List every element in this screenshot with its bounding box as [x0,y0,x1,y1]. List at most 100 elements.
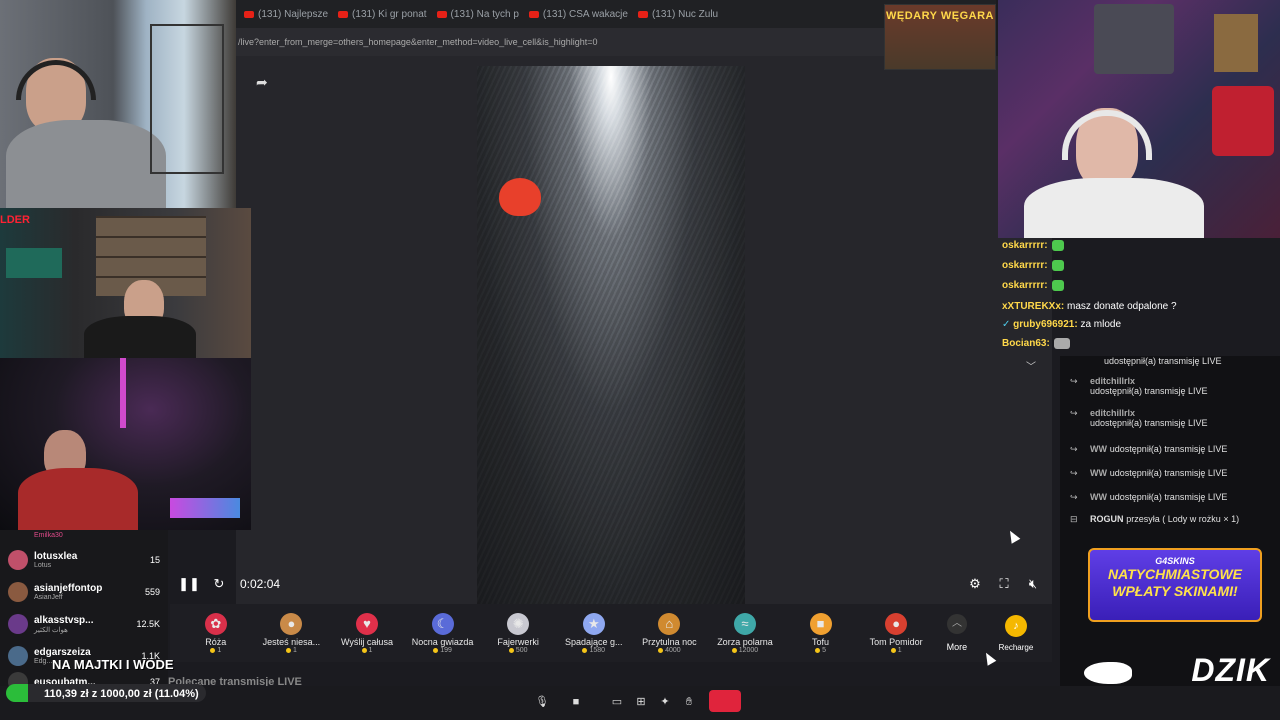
screen-share-icon[interactable]: ▭ [609,694,625,710]
boar-icon [1084,662,1132,684]
youtube-icon [338,10,349,18]
mute-icon[interactable]: 🔇︎ [1024,575,1042,593]
refresh-icon[interactable]: ↻ [210,575,228,593]
settings-gear-icon[interactable]: ⚙ [966,575,984,593]
coin-icon [361,647,367,653]
youtube-icon [528,10,539,18]
donation-progress-fill [6,684,29,702]
aquarium [6,248,62,278]
gift-item[interactable]: ● Tom Pomidor 1 [858,612,934,654]
coin-icon [815,647,821,653]
effects-icon[interactable]: ✦ [657,694,673,710]
sponsor-ad: G4SKINS NATYCHMIASTOWE WPŁATY SKINAMI! [1088,548,1262,622]
streamer-body [84,316,196,358]
headphones [16,60,96,100]
coin-icon [508,647,514,653]
share-icon: ↪ [1070,408,1078,418]
grid-icon[interactable]: ⊞ [633,694,649,710]
chat-message: oskarrrrr: [1002,280,1064,291]
coin-icon [433,647,439,653]
gift-item[interactable]: ☾ Nocna gwiazda 199 [405,612,481,654]
tomato-sticker-icon [499,178,541,216]
donation-progress-text: 110,39 zł z 1000,00 zł (11.04%) [44,688,199,700]
more-gifts-button[interactable]: ︿ More [934,614,980,652]
avatar [8,614,28,634]
share-arrow-icon[interactable]: ➦ [256,74,274,92]
youtube-icon [244,10,254,18]
list-item: Emilka30 [34,532,63,539]
coin-icon [210,647,216,653]
chat-message: ↪ WW udostępnił(a) transmisję LIVE [1070,468,1228,478]
list-item[interactable]: asianjeffontop AsianJeff 559 [8,582,160,602]
browser-tab[interactable]: (131) Na tych p [436,9,519,20]
overlay-goal-title: NA MAJTKI I WODE [52,657,174,672]
coin-icon: ♪ [1004,614,1027,637]
gift-item[interactable]: ✺ Fajerwerki 500 [480,612,556,654]
pause-icon[interactable]: ❚❚ [178,575,200,593]
youtube-icon [637,10,648,18]
emote-icon [1053,338,1070,349]
donation-goal: 110,39 zł z 1000,00 zł (11.04%) [0,680,212,706]
chevron-up-icon: ︿ [946,614,967,634]
gift-item[interactable]: ● Jesteś niesa... 1 [254,612,330,654]
firework-icon: ✺ [507,612,530,635]
overlay-banner: WĘDARY WĘGARA [884,4,996,70]
avatar [8,582,28,602]
list-item[interactable]: alkasstvsp... هوات الكثير 12.5K [8,614,160,634]
gift-item[interactable]: ■ Tofu 5 [783,612,859,654]
emote-icon [1051,280,1064,291]
avatar [8,550,28,570]
camera-icon[interactable]: ■ [568,694,584,710]
chat-message: ↪ WW udostępnił(a) transmisję LIVE [1070,492,1228,502]
lips-icon: ♥ [355,612,378,635]
list-item[interactable]: lotusxlea Lotus 15 [8,550,160,570]
chat-message: oskarrrrr: [1002,240,1064,251]
webcam-top-left [0,0,236,208]
house-icon: ⌂ [658,612,681,635]
window-frame [150,24,224,174]
chat-message: Bocian63: [1002,338,1070,349]
microphone-icon[interactable]: 🎙︎ [534,694,550,710]
streamer-body [1024,178,1204,238]
cat-icon: ● [280,612,303,635]
chat-message: ⊟ ROGUN przesyła ( Lody w rożku × 1) [1070,514,1240,524]
live-video[interactable] [477,66,745,604]
player-controls: ❚❚ ↻ 0:02:04 ⚙ ⛶ 🔇︎ [176,572,1052,596]
tomato-icon: ● [885,612,908,635]
recharge-button[interactable]: ♪ Recharge [990,614,1042,652]
coin-icon [285,647,291,653]
chevron-down-icon[interactable]: ﹀ [1022,358,1040,373]
browser-tab[interactable]: (131) Ki gr ponat [338,9,427,20]
emote-icon [1051,240,1064,251]
vinyl-record-frame [1094,4,1174,74]
chat-message: oskarrrrr: [1002,260,1064,271]
gift-item[interactable]: ♥ Wyślij całusa 1 [329,612,405,654]
share-icon: ↪ [1070,376,1078,386]
gesture-icon[interactable]: ✋︎ [681,694,697,710]
browser-tab[interactable]: (131) Najlepsze [244,9,328,20]
tofu-icon: ■ [809,612,832,635]
coin-icon [582,647,588,653]
browser-tab-bar: (131) Najlepsze (131) Ki gr ponat (131) … [236,0,996,28]
gift-item[interactable]: ★ Spadające g... 1580 [556,612,632,654]
rose-icon: ✿ [204,612,227,635]
chat-message: ↪ WW udostępnił(a) transmisję LIVE [1070,444,1228,454]
address-bar[interactable]: /live?enter_from_merge=others_homepage&e… [236,28,996,56]
chat-message: udostępnił(a) transmisję LIVE [1104,356,1222,366]
share-icon: ↪ [1070,444,1078,454]
end-stream-button[interactable] [709,690,741,712]
fullscreen-icon[interactable]: ⛶ [995,575,1013,593]
gift-item[interactable]: ≈ Zorza polarna 12000 [707,612,783,654]
gift-item[interactable]: ✿ Róża 1 [178,612,254,654]
avatar [8,646,28,666]
gift-item[interactable]: ⌂ Przytulna noc 4000 [632,612,708,654]
chat-message: xXTUREKXx: masz donate odpalone ? [1002,301,1177,312]
live-chat-panel: udostępnił(a) transmisję LIVE ↪ editchill… [1060,356,1280,686]
share-icon: ↪ [1070,468,1078,478]
browser-tab[interactable]: (131) Nuc Zulu [637,9,718,20]
video-texture [477,66,745,604]
painting-frame [1214,14,1258,72]
browser-tab[interactable]: (131) CSA wakacje [528,9,628,20]
share-icon: ↪ [1070,492,1078,502]
emote-icon [1051,260,1064,271]
